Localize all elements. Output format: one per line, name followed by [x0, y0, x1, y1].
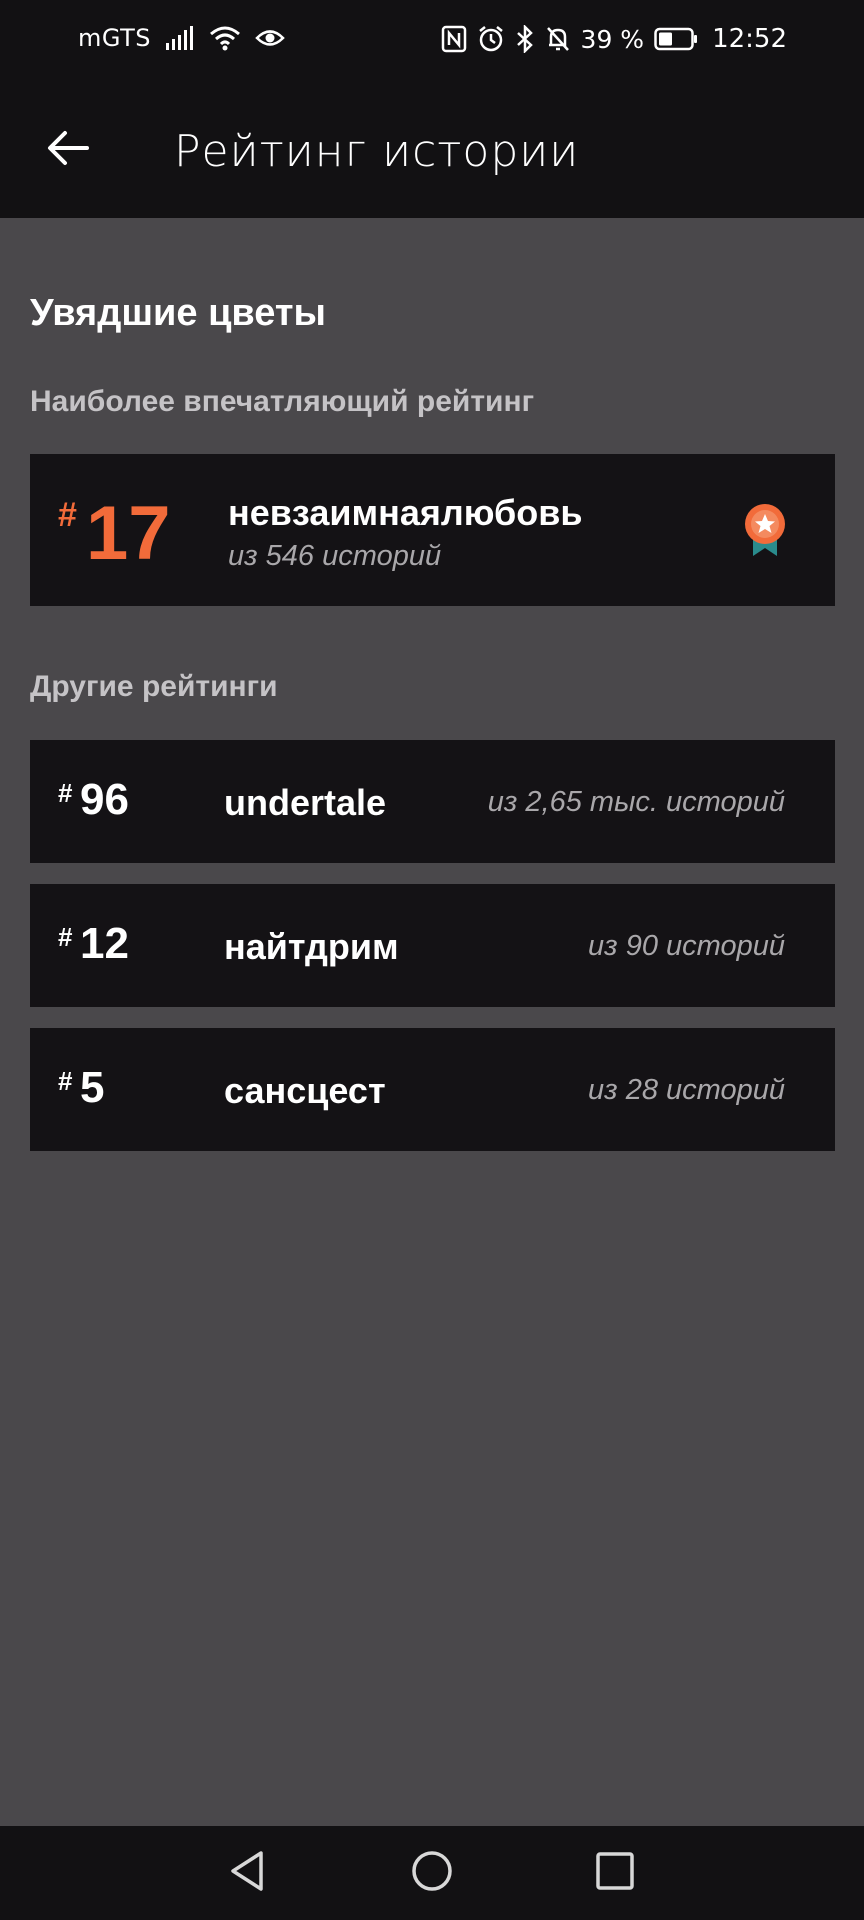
page-title: Рейтинг истории: [174, 126, 580, 177]
clock: 12:52: [712, 24, 787, 54]
alarm-icon: [477, 25, 505, 53]
signal-icon: [165, 25, 195, 51]
story-title: Увядшие цветы: [30, 292, 326, 334]
nfc-icon: [441, 25, 467, 53]
rating-card[interactable]: # 5 сансцест из 28 историй: [30, 1028, 835, 1151]
rank-number: 17: [86, 491, 171, 576]
nav-back-button[interactable]: [222, 1848, 272, 1898]
nav-home-icon: [410, 1849, 454, 1898]
carrier-label: mGTS: [78, 24, 152, 52]
back-button[interactable]: [40, 122, 96, 178]
story-count: из 90 историй: [588, 930, 785, 962]
story-count: из 28 историй: [588, 1074, 785, 1106]
rating-card[interactable]: # 96 undertale из 2,65 тыс. историй: [30, 740, 835, 863]
section-label-other: Другие рейтинги: [30, 670, 278, 703]
rank-hash: #: [58, 922, 73, 952]
battery-icon: [654, 27, 698, 51]
rank-number: 5: [80, 1063, 105, 1112]
rating-card[interactable]: # 12 найтдрим из 90 историй: [30, 884, 835, 1007]
medal-star-icon: [743, 502, 787, 563]
app-bar: Рейтинг истории: [0, 86, 864, 218]
wifi-icon: [209, 25, 241, 51]
arrow-left-icon: [47, 130, 89, 171]
rank-number: 12: [80, 919, 129, 968]
status-bar: mGTS 39 % 12:52: [0, 0, 864, 86]
rank-hash: #: [58, 1066, 73, 1096]
tag-name: невзаимнаялюбовь: [228, 492, 583, 533]
nav-recent-button[interactable]: [590, 1848, 640, 1898]
tag-name: найтдрим: [224, 926, 399, 967]
eye-icon: [255, 27, 285, 49]
nav-back-icon: [227, 1849, 267, 1898]
tag-name: undertale: [224, 782, 387, 823]
status-right: 39 % 12:52: [441, 24, 787, 54]
battery-percent: 39 %: [580, 24, 645, 54]
mute-icon: [545, 25, 571, 53]
story-count: из 2,65 тыс. историй: [487, 786, 785, 818]
nav-home-button[interactable]: [407, 1848, 457, 1898]
story-count: из 546 историй: [228, 540, 442, 572]
tag-name: сансцест: [224, 1070, 386, 1111]
section-label-main: Наиболее впечатляющий рейтинг: [30, 385, 535, 418]
rank-hash: #: [58, 496, 77, 534]
nav-recent-icon: [595, 1851, 635, 1896]
featured-rating-card[interactable]: # 17 невзаимнаялюбовь из 546 историй: [30, 454, 835, 606]
rank-number: 96: [80, 775, 129, 824]
bluetooth-icon: [515, 25, 535, 53]
rank-hash: #: [58, 778, 73, 808]
system-nav-bar: [0, 1826, 864, 1920]
status-left: mGTS: [78, 24, 285, 52]
